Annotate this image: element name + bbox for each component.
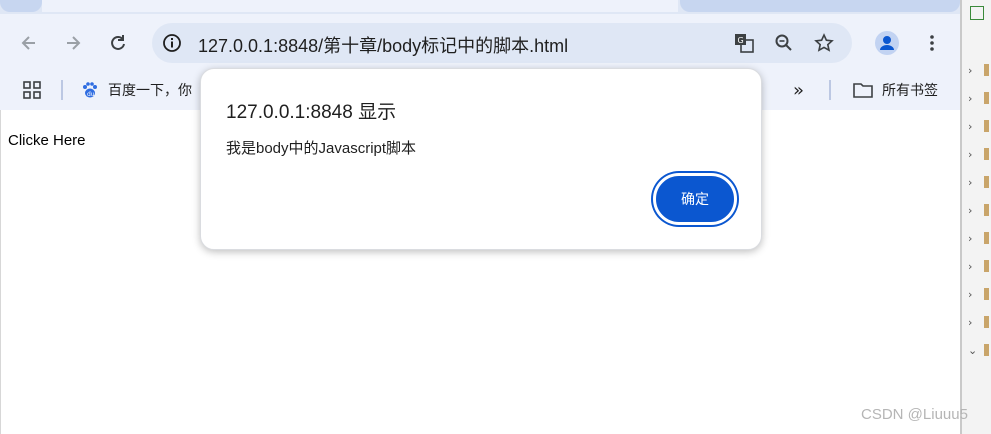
chevron-right-icon: › xyxy=(968,91,973,105)
panel-toggle-icon[interactable] xyxy=(970,6,984,20)
baidu-icon: du xyxy=(83,82,97,98)
forward-icon xyxy=(67,36,81,50)
bookmarks-overflow-button[interactable]: » xyxy=(793,80,804,101)
tab-active[interactable] xyxy=(42,0,678,12)
watermark: CSDN @Liuuu5 xyxy=(861,406,968,423)
profile-button[interactable] xyxy=(872,28,902,58)
alert-message: 我是body中的Javascript脚本 xyxy=(226,140,417,157)
chevron-right-icon: › xyxy=(968,287,973,301)
all-bookmarks-button[interactable]: 所有书签 xyxy=(852,80,938,100)
tree-row[interactable]: › xyxy=(968,62,990,78)
tree-row[interactable]: › xyxy=(968,118,990,134)
tree-row[interactable]: › xyxy=(968,230,990,246)
alert-title: 127.0.0.1:8848 显示 xyxy=(226,102,397,123)
click-here-text[interactable]: Clicke Here xyxy=(8,132,86,149)
back-button[interactable] xyxy=(14,28,44,58)
tree-row[interactable]: ⌄ xyxy=(968,342,990,358)
apps-button[interactable] xyxy=(22,80,42,100)
chevron-down-icon: ⌄ xyxy=(968,343,978,357)
tree-row[interactable]: › xyxy=(968,314,990,330)
profile-icon xyxy=(875,31,899,55)
ok-button[interactable]: 确定 xyxy=(653,173,737,225)
chevron-right-icon: › xyxy=(968,231,973,245)
reload-button[interactable] xyxy=(103,28,133,58)
zoom-icon[interactable] xyxy=(772,31,796,55)
forward-button[interactable] xyxy=(58,28,88,58)
tree-row[interactable]: › xyxy=(968,258,990,274)
tab-strip xyxy=(0,0,960,14)
tree-row[interactable]: › xyxy=(968,286,990,302)
url-text[interactable]: 127.0.0.1:8848/第十章/body标记中的脚本.html xyxy=(198,32,568,58)
menu-icon xyxy=(930,35,934,51)
reload-icon xyxy=(111,35,125,50)
bookmark-baidu[interactable]: du 百度一下，你 xyxy=(80,80,192,100)
bookmarks-separator xyxy=(829,80,831,100)
chevron-right-icon: › xyxy=(968,259,973,273)
apps-icon xyxy=(23,81,41,99)
tree-row[interactable]: › xyxy=(968,174,990,190)
star-icon[interactable] xyxy=(812,31,836,55)
chevron-right-icon: › xyxy=(968,119,973,133)
translate-icon[interactable]: G xyxy=(732,31,756,55)
chevron-right-icon: › xyxy=(968,315,973,329)
tree-row[interactable]: › xyxy=(968,202,990,218)
tab-next[interactable] xyxy=(680,0,960,12)
menu-button[interactable] xyxy=(917,28,947,58)
folder-icon xyxy=(853,83,873,98)
tab-previous[interactable] xyxy=(0,0,42,12)
bookmark-label: 所有书签 xyxy=(882,83,938,99)
side-panel: › › › › › › › › › › ⌄ xyxy=(960,0,991,434)
chevron-right-icon: › xyxy=(968,203,973,217)
back-icon xyxy=(21,36,35,50)
bookmarks-separator xyxy=(61,80,63,100)
svg-text:du: du xyxy=(87,91,95,98)
chevron-right-icon: › xyxy=(968,147,973,161)
address-bar[interactable]: 127.0.0.1:8848/第十章/body标记中的脚本.html G xyxy=(152,23,852,63)
tree-row[interactable]: › xyxy=(968,146,990,162)
chevron-right-icon: › xyxy=(968,175,973,189)
alert-dialog: 127.0.0.1:8848 显示 我是body中的Javascript脚本 确… xyxy=(200,68,762,250)
site-info-icon[interactable] xyxy=(160,31,184,55)
svg-text:G: G xyxy=(738,36,744,45)
bookmark-label: 百度一下，你 xyxy=(108,83,192,99)
chevron-right-icon: › xyxy=(968,63,973,77)
tree-row[interactable]: › xyxy=(968,90,990,106)
